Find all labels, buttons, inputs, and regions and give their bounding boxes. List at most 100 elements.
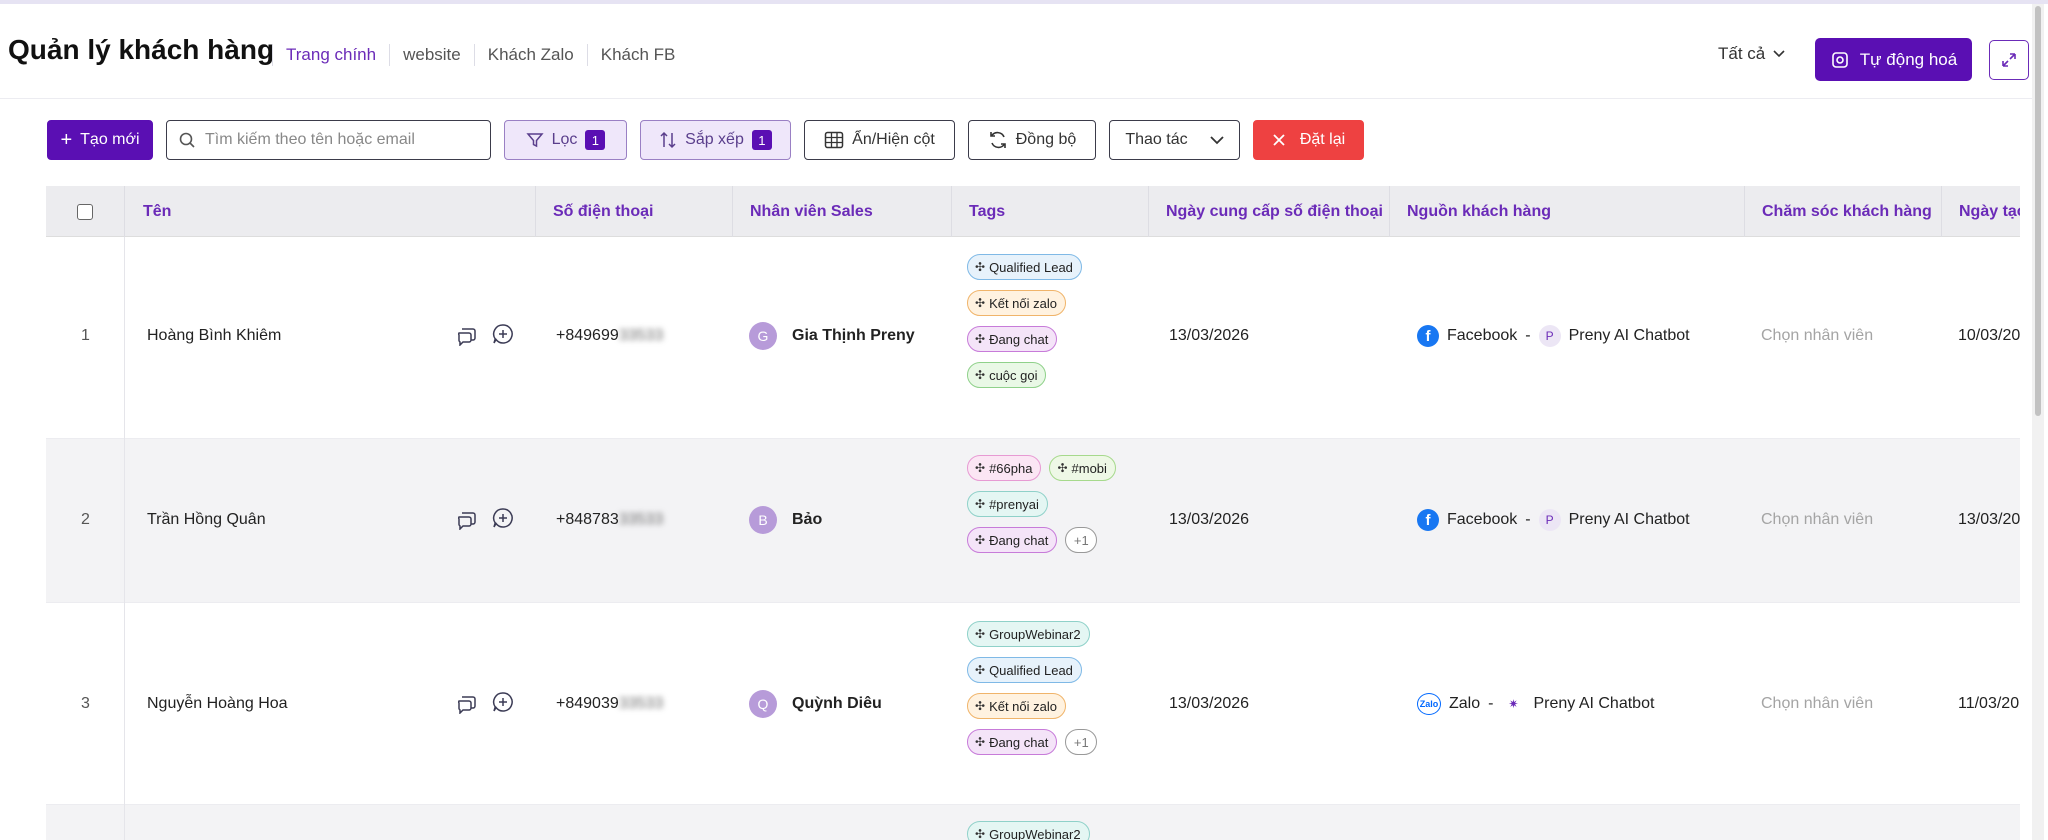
add-note-icon[interactable] — [490, 321, 516, 347]
filter-button-label: Lọc — [551, 131, 578, 148]
toggle-columns-button[interactable]: Ẩn/Hiện cột — [804, 120, 955, 160]
preny-logo-icon: ✷ — [1508, 697, 1519, 711]
sort-count-badge: 1 — [751, 130, 772, 150]
tag-chip[interactable]: ✣ #prenyai — [967, 491, 1048, 517]
zalo-icon: Zalo — [1417, 693, 1441, 715]
automation-button[interactable]: Tự động hoá — [1815, 38, 1972, 81]
tag-chip[interactable]: ✣ GroupWebinar2 — [967, 821, 1090, 840]
col-header-phone-date[interactable]: Ngày cung cấp số điện thoại — [1148, 186, 1383, 237]
more-tags-chip[interactable]: +1 — [1065, 729, 1098, 755]
sales-staff[interactable]: Q Quỳnh Diêu — [749, 690, 882, 718]
select-all-checkbox[interactable] — [77, 203, 93, 220]
toggle-columns-label: Ẩn/Hiện cột — [852, 131, 935, 148]
table-row[interactable]: 3 Nguyễn Hoàng Hoa +84903933533 Q Quỳnh … — [46, 603, 2020, 805]
avatar: Q — [749, 690, 777, 718]
tag-label: Qualified Lead — [989, 662, 1073, 678]
tag-icon: ✣ — [1057, 461, 1068, 475]
automation-button-label: Tự động hoá — [1859, 49, 1958, 69]
actions-dropdown-label: Thao tác — [1125, 131, 1188, 148]
view-filter-dropdown[interactable]: Tất cả — [1718, 44, 1785, 64]
tab-main[interactable]: Trang chính — [272, 44, 389, 66]
sales-name: Quỳnh Diêu — [792, 695, 882, 712]
col-header-phone[interactable]: Số điện thoại — [535, 186, 653, 237]
tab-website[interactable]: website — [389, 44, 474, 66]
customer-name[interactable]: Hoàng Bình Khiêm — [147, 327, 281, 345]
tag-chip[interactable]: ✣ Đang chat — [967, 527, 1058, 553]
source-channel: Facebook — [1447, 511, 1518, 528]
more-tags-chip[interactable]: +1 — [1065, 527, 1098, 553]
source-separator: - — [1525, 511, 1531, 528]
avatar: B — [749, 506, 777, 534]
phone-date: 13/03/2026 — [1169, 327, 1250, 344]
sales-staff[interactable]: G Gia Thịnh Preny — [749, 322, 915, 350]
reset-button-label: Đặt lại — [1299, 131, 1346, 148]
tab-zalo-customers[interactable]: Khách Zalo — [473, 44, 587, 66]
scrollbar-thumb[interactable] — [2035, 6, 2041, 416]
add-note-icon[interactable] — [490, 689, 516, 715]
table-row[interactable]: 2 Trần Hồng Quân +84878333533 B Bảo ✣ #66… — [46, 439, 2020, 603]
tags-cell: ✣ Qualified Lead ✣ Kết nối zalo ✣ Đang chat… — [967, 254, 1082, 388]
add-note-icon[interactable] — [490, 505, 516, 531]
table-header: Tên Số điện thoại Nhân viên Sales Tags N… — [46, 186, 2020, 237]
refresh-icon — [989, 131, 1006, 149]
tag-chip[interactable]: ✣ #66pha — [967, 455, 1042, 481]
search-icon — [179, 132, 195, 148]
care-staff-select[interactable]: Chọn nhân viên — [1761, 511, 1873, 529]
source-bot: Preny AI Chatbot — [1568, 327, 1690, 344]
customer-name[interactable]: Trần Hồng Quân — [147, 511, 266, 529]
table-row[interactable]: 1 Hoàng Bình Khiêm +84969933533 G Gia Th… — [46, 237, 2020, 439]
tag-icon: ✣ — [975, 461, 986, 475]
tag-label: #mobi — [1071, 460, 1107, 476]
chat-icon[interactable] — [454, 323, 480, 349]
care-staff-select[interactable]: Chọn nhân viên — [1761, 695, 1873, 713]
col-header-care[interactable]: Chăm sóc khách hàng — [1744, 186, 1932, 237]
tag-icon: ✣ — [975, 296, 986, 310]
phone-number: +84878333533 — [556, 511, 663, 529]
search-input[interactable] — [205, 131, 475, 149]
avatar: G — [749, 322, 777, 350]
phone-date: 13/03/2026 — [1169, 695, 1250, 712]
sales-staff[interactable]: B Bảo — [749, 506, 822, 534]
phone-masked: 33533 — [618, 695, 664, 712]
tag-icon: ✣ — [975, 533, 986, 547]
create-button[interactable]: + Tạo mới — [47, 120, 153, 160]
close-icon — [1273, 134, 1285, 146]
source-separator: - — [1525, 327, 1531, 344]
expand-button[interactable] — [1989, 40, 2029, 80]
tag-chip[interactable]: ✣ Kết nối zalo — [967, 290, 1066, 316]
create-button-label: Tạo mới — [80, 131, 140, 148]
tag-chip[interactable]: ✣ GroupWebinar2 — [967, 621, 1090, 647]
col-header-tags[interactable]: Tags — [951, 186, 1005, 237]
chat-icon[interactable] — [454, 507, 480, 533]
sales-name: Gia Thịnh Preny — [792, 327, 915, 344]
view-filter-label: Tất cả — [1718, 44, 1766, 63]
chat-icon[interactable] — [454, 691, 480, 717]
tag-chip[interactable]: ✣ Đang chat — [967, 729, 1058, 755]
tag-chip[interactable]: ✣ Kết nối zalo — [967, 693, 1066, 719]
phone-visible: +848783 — [556, 511, 619, 528]
col-header-sales[interactable]: Nhân viên Sales — [732, 186, 873, 237]
tag-chip[interactable]: ✣ Đang chat — [967, 326, 1058, 352]
tab-fb-customers[interactable]: Khách FB — [586, 44, 689, 66]
filter-button[interactable]: Lọc 1 — [504, 120, 627, 160]
tag-label: Kết nối zalo — [989, 295, 1057, 311]
tag-label: Đang chat — [989, 734, 1049, 750]
sort-button[interactable]: Sắp xếp 1 — [640, 120, 791, 160]
table-row[interactable]: ✣ GroupWebinar2 — [46, 805, 2020, 840]
tag-chip[interactable]: ✣ Qualified Lead — [967, 254, 1082, 280]
col-header-name[interactable]: Tên — [143, 186, 171, 237]
tag-chip[interactable]: ✣ cuộc gọi — [967, 362, 1047, 388]
reset-button[interactable]: Đặt lại — [1253, 120, 1364, 160]
tag-chip[interactable]: ✣ #mobi — [1049, 455, 1116, 481]
care-staff-select[interactable]: Chọn nhân viên — [1761, 327, 1873, 345]
tag-label: GroupWebinar2 — [989, 826, 1081, 840]
customer-name[interactable]: Nguyễn Hoàng Hoa — [147, 695, 288, 713]
actions-dropdown[interactable]: Thao tác — [1109, 120, 1240, 160]
plus-icon: + — [60, 129, 73, 151]
tag-icon: ✣ — [975, 332, 986, 346]
tag-chip[interactable]: ✣ Qualified Lead — [967, 657, 1082, 683]
tag-icon: ✣ — [975, 735, 986, 749]
col-header-created[interactable]: Ngày tạo — [1941, 186, 2020, 237]
col-header-source[interactable]: Nguồn khách hàng — [1389, 186, 1551, 237]
sync-button[interactable]: Đồng bộ — [968, 120, 1096, 160]
